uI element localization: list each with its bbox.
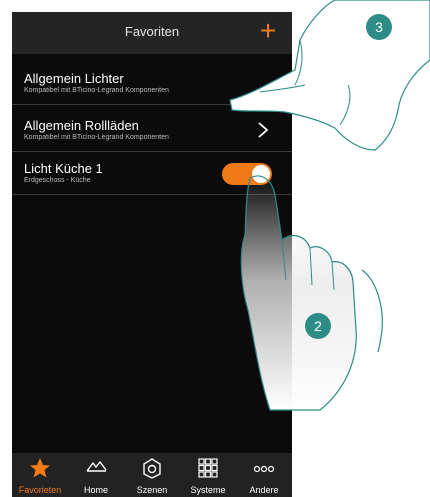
list-item[interactable]: Allgemein Rollläden Kompatibel mit BTici… [12,109,292,152]
list-item[interactable]: Allgemein Lichter Kompatibel mit BTicino… [12,62,292,105]
tab-home[interactable]: Home [68,453,124,497]
app-screen: Favoriten + Allgemein Lichter Kompatibel… [12,12,292,497]
tab-label: Andere [249,485,279,495]
list-item-subtitle: Erdgeschoss - Küche [24,177,91,184]
list-item-subtitle: Kompatibel mit BTicino-Legrand Komponent… [24,87,169,94]
tab-label: Szenen [136,485,168,495]
list-item-title: Allgemein Lichter [24,71,124,86]
list-item: Licht Küche 1 Erdgeschoss - Küche [12,152,292,195]
star-icon [30,458,50,478]
tab-systems[interactable]: Systeme [180,453,236,497]
tab-label: Favorieten [18,485,62,495]
house-icon [86,460,107,472]
tab-label: Home [83,485,108,495]
step-badge-3: 3 [366,14,392,40]
tab-bar: Favorieten Home Szenen Systeme Andere [12,453,292,497]
scene-icon [143,458,161,479]
grid-icon [198,458,218,478]
step-badge-2: 2 [305,313,331,339]
tab-label: Systeme [190,485,226,495]
tab-scenes[interactable]: Szenen [124,453,180,497]
more-icon [253,465,275,473]
chevron-right-icon[interactable] [256,121,270,139]
title-bar: Favoriten + [12,12,292,54]
page-title: Favoriten [124,24,180,39]
list-item-subtitle: Kompatibel mit BTicino-Legrand Komponent… [24,134,169,141]
list-item-title: Licht Küche 1 [24,161,103,176]
light-toggle[interactable] [222,163,272,185]
tab-other[interactable]: Andere [236,453,292,497]
list-item-title: Allgemein Rollläden [24,118,139,133]
tab-favorites[interactable]: Favorieten [12,453,68,497]
add-favorite-button[interactable]: + [254,17,282,46]
toggle-knob [252,165,270,183]
